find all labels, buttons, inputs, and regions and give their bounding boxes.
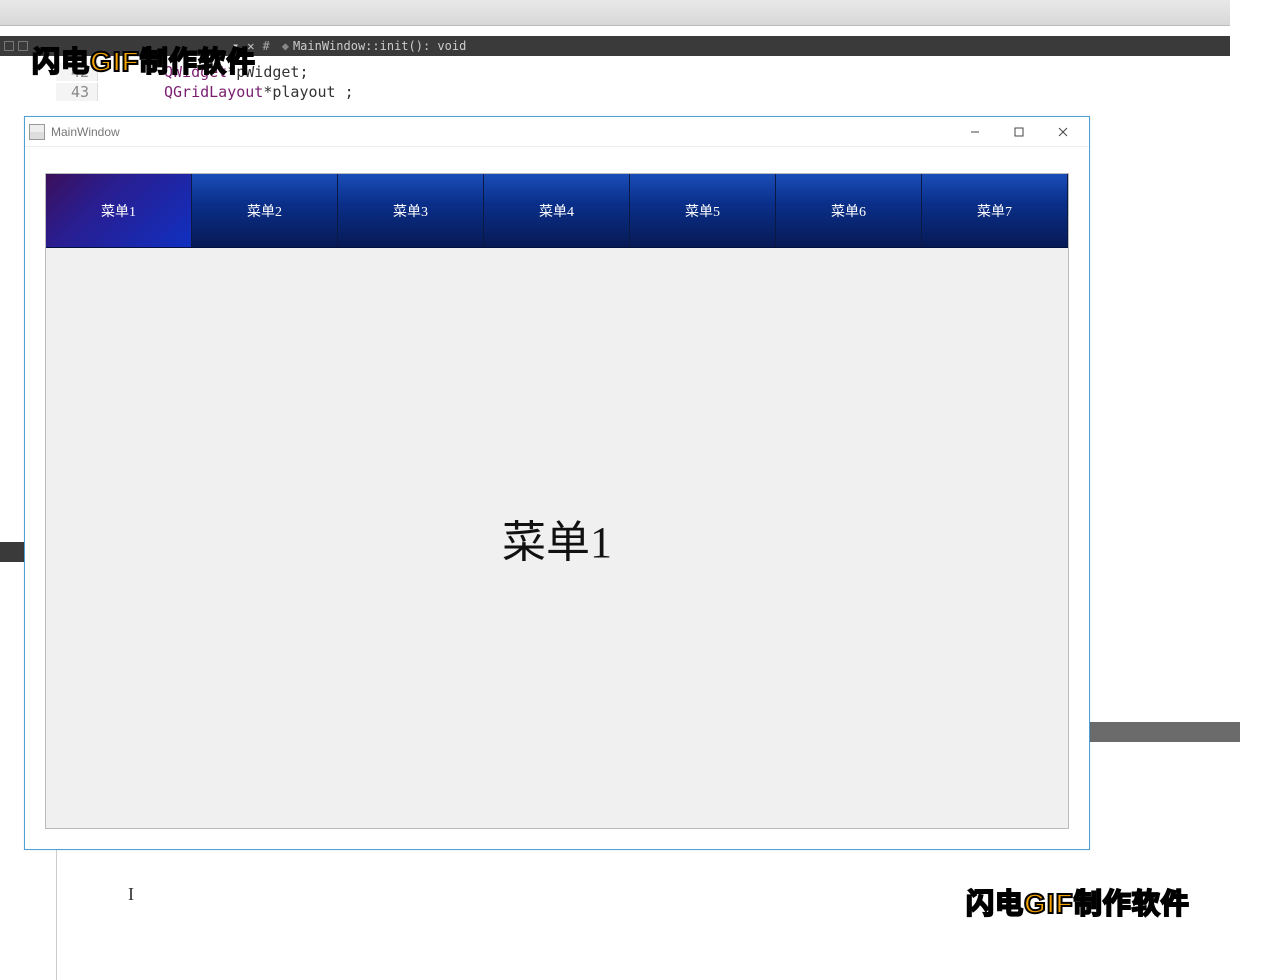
code-token: QGridLayout bbox=[164, 83, 263, 101]
ide-breadcrumb[interactable]: MainWindow::init(): void bbox=[293, 39, 466, 53]
tab-content: 菜单1 bbox=[46, 248, 1068, 828]
window-title: MainWindow bbox=[51, 125, 120, 139]
ide-close-icon[interactable]: ✕ bbox=[247, 39, 254, 53]
tab-menu-6[interactable]: 菜单6 bbox=[776, 174, 922, 247]
tab-label: 菜单7 bbox=[977, 201, 1012, 221]
line-number: 43 bbox=[56, 83, 98, 101]
text-cursor-icon: I bbox=[128, 884, 134, 905]
ide-tabstrip bbox=[0, 0, 1230, 26]
tab-label: 菜单6 bbox=[831, 201, 866, 221]
minimize-button[interactable] bbox=[953, 118, 997, 146]
maximize-button[interactable] bbox=[997, 118, 1041, 146]
ide-hash: # bbox=[262, 39, 269, 53]
tab-menu-1[interactable]: 菜单1 bbox=[46, 174, 192, 247]
tab-menu-2[interactable]: 菜单2 bbox=[192, 174, 338, 247]
code-token: *playout ; bbox=[263, 83, 353, 101]
code-token: *pWidget; bbox=[227, 63, 308, 81]
diamond-icon: ◆ bbox=[282, 39, 289, 53]
tab-label: 菜单4 bbox=[539, 201, 574, 221]
watermark-bottom: 闪电GIF制作软件 bbox=[966, 882, 1190, 922]
tab-label: 菜单5 bbox=[685, 201, 720, 221]
editor-guide-line bbox=[56, 850, 57, 980]
close-button[interactable] bbox=[1041, 118, 1085, 146]
tab-menu-4[interactable]: 菜单4 bbox=[484, 174, 630, 247]
tab-menu-3[interactable]: 菜单3 bbox=[338, 174, 484, 247]
tab-label: 菜单2 bbox=[247, 201, 282, 221]
titlebar[interactable]: MainWindow bbox=[25, 117, 1089, 147]
ide-dropdown-arrow[interactable]: ▾ bbox=[232, 39, 239, 53]
app-icon bbox=[29, 124, 45, 140]
tab-bar: 菜单1 菜单2 菜单3 菜单4 菜单5 菜单6 菜单7 bbox=[46, 174, 1068, 248]
tab-label: 菜单1 bbox=[101, 201, 136, 221]
tab-menu-7[interactable]: 菜单7 bbox=[922, 174, 1068, 247]
ide-breadcrumb-bar: ▾ ✕ # ◆ MainWindow::init(): void bbox=[0, 36, 1230, 56]
code-token: QWidget bbox=[164, 63, 227, 81]
ide-box-icon bbox=[18, 41, 28, 51]
client-area: 菜单1 菜单2 菜单3 菜单4 菜单5 菜单6 菜单7 菜单1 bbox=[45, 173, 1069, 829]
content-heading: 菜单1 bbox=[502, 506, 612, 570]
tab-label: 菜单3 bbox=[393, 201, 428, 221]
code-editor[interactable]: 42 QWidget *pWidget; 43 QGridLayout *pla… bbox=[56, 62, 354, 102]
main-window: MainWindow 菜单1 菜单2 菜单3 菜单4 菜单5 菜单6 菜单7 菜… bbox=[24, 116, 1090, 850]
ide-background: ▾ ✕ # ◆ MainWindow::init(): void bbox=[0, 0, 1230, 60]
ide-panel-fragment bbox=[1090, 722, 1240, 742]
ide-box-icon bbox=[4, 41, 14, 51]
line-number: 42 bbox=[56, 63, 98, 81]
tab-menu-5[interactable]: 菜单5 bbox=[630, 174, 776, 247]
